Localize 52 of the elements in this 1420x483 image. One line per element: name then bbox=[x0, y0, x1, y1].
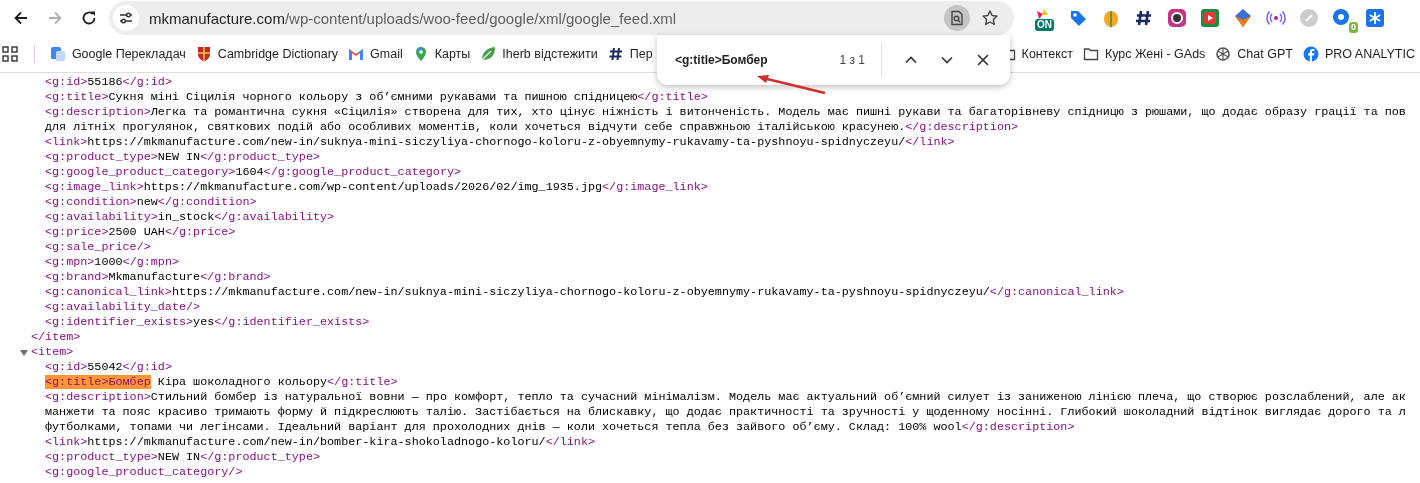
xml-line: <g:product_type>NEW IN</g:product_type> bbox=[45, 150, 320, 165]
bookmark-item[interactable]: Gmail bbox=[343, 40, 408, 68]
xml-line: <g:identifier_exists>yes</g:identifier_exists> bbox=[45, 315, 370, 330]
bookmark-item[interactable]: Курс Жені - GAds bbox=[1077, 40, 1211, 68]
apps-grid-icon[interactable] bbox=[2, 46, 18, 62]
close-icon bbox=[976, 53, 990, 67]
forward-arrow-icon bbox=[46, 9, 64, 27]
xml-line: <g:canonical_link>https://mkmanufacture.com/new-in/suknya-mini-siczyliya-chornogo-koloru-z-obyemnymy-rukavamy-ta-pyshnoyu-spidnyczeyu/</g:canonical_link> bbox=[45, 285, 1124, 300]
bookmark-item[interactable]: Google Перекладач bbox=[44, 40, 191, 68]
xml-line: </item> bbox=[31, 330, 81, 345]
xml-line: <g:google_product_category/> bbox=[45, 465, 243, 480]
xml-line: <g:availability>in_stock</g:availability> bbox=[45, 210, 335, 225]
xml-line: для літніх прогулянок, святкових подій або особливих моментів, коли хочеться відчути себе справжньою італійською красунею.</g:description> bbox=[45, 120, 1019, 135]
address-bar[interactable]: mkmanufacture.com/wp-content/uploads/woo-feed/google/xml/google_feed.xml bbox=[109, 1, 1014, 35]
extension-icon[interactable] bbox=[1166, 7, 1188, 29]
bookmark-item[interactable]: Iherb відстежити bbox=[475, 40, 603, 68]
xml-line: <g:description>Стильний бомбер із натуральної вовни — про комфорт, тепло та сучасний мінімалізм. Модель має актуальний об’ємний силует із заниженою лінією плеча, що створює розслаблений, але ак bbox=[45, 390, 1406, 405]
xml-line: <link>https://mkmanufacture.com/new-in/bomber-kira-shokoladnogo-koloru/</link> bbox=[45, 435, 595, 450]
xml-line: футболками, топами чи легінсами. Ідеальний варіант для прохолодних днів — коли хочеться тепла без зайвого об’єму. Склад: 100% wool</g:description> bbox=[45, 420, 1075, 435]
xml-line: <g:title>Бомбер Кіра шоколадного кольору</g:title> bbox=[45, 375, 398, 390]
url-text: mkmanufacture.com/wp-content/uploads/woo-feed/google/xml/google_feed.xml bbox=[149, 9, 677, 27]
find-in-page-icon[interactable] bbox=[944, 5, 970, 31]
match-count: 1 з 1 bbox=[839, 53, 865, 67]
bookmark-item[interactable]: Карты bbox=[407, 40, 476, 68]
find-query-field[interactable]: <g:title>Бомбер bbox=[675, 53, 840, 67]
xml-line: <g:title>Сукня міні Сіцилія чорного кольору з об’ємними рукавами та пишною спідницею</g:title> bbox=[45, 90, 708, 105]
xml-line: <g:id>55042</g:id> bbox=[45, 360, 172, 375]
xml-line: <g:product_type>NEW IN</g:product_type> bbox=[45, 450, 320, 465]
xml-line: <g:image_link>https://mkmanufacture.com/wp-content/uploads/2026/02/img_1935.jpg</g:image_link> bbox=[45, 180, 708, 195]
xml-line: <g:mpn>1000</g:mpn> bbox=[45, 255, 179, 270]
bookmark-item[interactable]: Chat GPT bbox=[1210, 40, 1298, 68]
reload-icon bbox=[80, 9, 98, 27]
xml-line: <g:google_product_category>1604</g:google_product_category> bbox=[45, 165, 462, 180]
bookmark-item[interactable]: Cambridge Dictionary bbox=[190, 40, 344, 68]
xml-line: манжети та пояс красиво тримають форму й підкреслюють талію. Застібається на блискавку, що додає практичності та зручності у щоденному носінні. Глибокий шоколадний відтінок виглядає дорого та л bbox=[45, 405, 1406, 420]
back-arrow-icon bbox=[12, 9, 30, 27]
xml-line: <g:condition>new</g:condition> bbox=[45, 195, 257, 210]
extension-badge: 0 bbox=[1349, 22, 1358, 33]
xml-line: <g:description>Легка та романтична сукня «Сіцилія» створена для тих, хто цінує ніжність і витонченість. Модель має пишні рукави та багаторівневу спідницю з рюшами, що додає образу грації та пов bbox=[45, 105, 1406, 120]
bookmark-item[interactable]: Пер bbox=[602, 40, 658, 68]
xml-line: <g:sale_price/> bbox=[45, 240, 151, 255]
xml-line: <g:id>55186</g:id> bbox=[45, 75, 172, 90]
xml-line: <g:availability_date/> bbox=[45, 300, 201, 315]
bookmark-item[interactable]: PRO ANALYTIC bbox=[1297, 40, 1420, 68]
xml-line: <g:brand>Mkmanufacture</g:brand> bbox=[45, 270, 271, 285]
xml-line: <g:price>2500 UAH</g:price> bbox=[45, 225, 236, 240]
site-info-icon[interactable] bbox=[113, 5, 139, 31]
expand-triangle-icon[interactable] bbox=[20, 349, 28, 357]
xml-line: <link>https://mkmanufacture.com/new-in/suknya-mini-siczyliya-chornogo-koloru-z-obyemnymy-rukavamy-ta-pyshnoyu-spidnyczeyu/</link> bbox=[45, 135, 955, 150]
xml-line: <item> bbox=[31, 345, 74, 360]
extension-badge: ON bbox=[1035, 19, 1054, 31]
annotation-arrow bbox=[755, 73, 827, 95]
